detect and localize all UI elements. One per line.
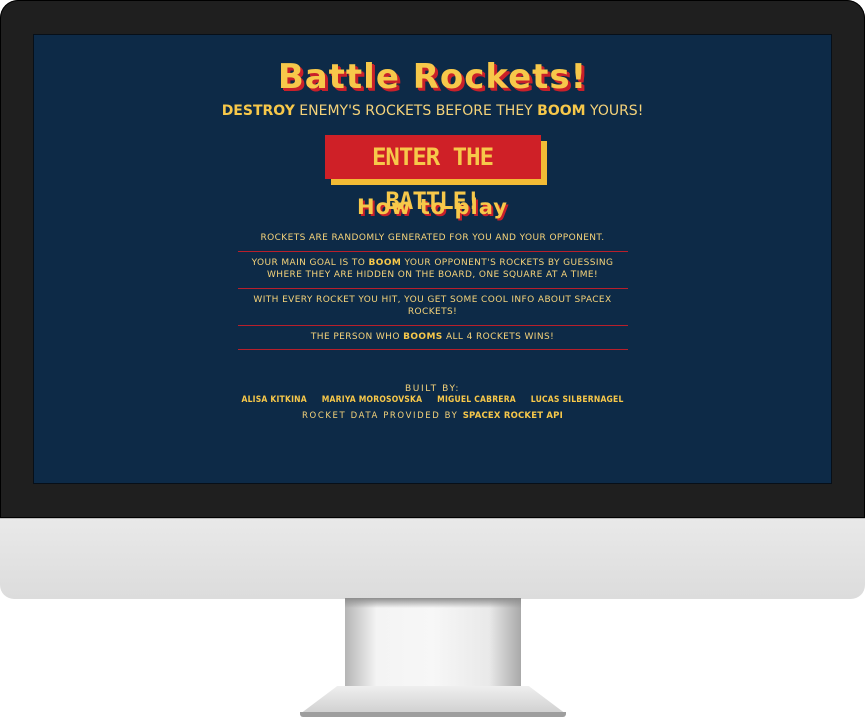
monitor-stand-base	[300, 712, 566, 717]
rule-item: ROCKETS ARE RANDOMLY GENERATED FOR YOU A…	[237, 227, 628, 252]
author-name: LUCAS SILBERNAGEL	[530, 395, 624, 405]
author-name: MIGUEL CABRERA	[437, 395, 516, 405]
spacex-api-link[interactable]: SPACEX ROCKET API	[463, 411, 563, 421]
rule-4-booms: BOOMS	[403, 331, 443, 342]
authors-list: ALISA KITKINA MARIYA MOROSOVSKA MIGUEL C…	[34, 395, 831, 405]
built-by-label: BUILT BY:	[405, 384, 460, 394]
enter-button-wrap: ENTER THE BATTLE!	[34, 135, 831, 215]
tagline-destroy: DESTROY	[221, 103, 295, 119]
tagline-end: YOURS!	[585, 103, 644, 119]
page-title: Battle Rockets!	[277, 57, 588, 97]
rule-3-text: WITH EVERY ROCKET YOU HIT, YOU GET SOME …	[253, 294, 612, 318]
rule-item: WITH EVERY ROCKET YOU HIT, YOU GET SOME …	[237, 289, 628, 326]
tagline: DESTROY ENEMY'S ROCKETS BEFORE THEY BOOM…	[34, 103, 831, 119]
rule-item: YOUR MAIN GOAL IS TO BOOM YOUR OPPONENT'…	[237, 252, 628, 289]
data-credit-text: ROCKET DATA PROVIDED BY	[302, 411, 463, 421]
monitor-chin	[0, 518, 865, 599]
tagline-middle: ENEMY'S ROCKETS BEFORE THEY	[294, 103, 538, 119]
rule-2-text-a: YOUR MAIN GOAL IS TO	[251, 257, 369, 268]
monitor-stand-foot	[300, 686, 566, 714]
monitor-stand-neck	[345, 598, 521, 690]
game-screen: Battle Rockets! DESTROY ENEMY'S ROCKETS …	[33, 34, 832, 484]
rules-list: ROCKETS ARE RANDOMLY GENERATED FOR YOU A…	[237, 227, 628, 350]
tagline-boom: BOOM	[537, 103, 586, 119]
credits: BUILT BY: ALISA KITKINA MARIYA MOROSOVSK…	[34, 384, 831, 421]
data-credit: ROCKET DATA PROVIDED BY SPACEX ROCKET AP…	[34, 411, 831, 421]
enter-battle-button[interactable]: ENTER THE BATTLE!	[324, 135, 541, 215]
rule-item: THE PERSON WHO BOOMS ALL 4 ROCKETS WINS!	[237, 326, 628, 350]
author-name: MARIYA MOROSOVSKA	[321, 395, 423, 405]
rule-4-text-b: ALL 4 ROCKETS WINS!	[442, 331, 555, 342]
author-name: ALISA KITKINA	[241, 395, 307, 405]
rule-4-text-a: THE PERSON WHO	[310, 331, 404, 342]
rule-1-text: ROCKETS ARE RANDOMLY GENERATED FOR YOU A…	[260, 233, 605, 243]
rule-2-boom: BOOM	[368, 257, 402, 268]
monitor-stand-shadow	[345, 598, 521, 608]
